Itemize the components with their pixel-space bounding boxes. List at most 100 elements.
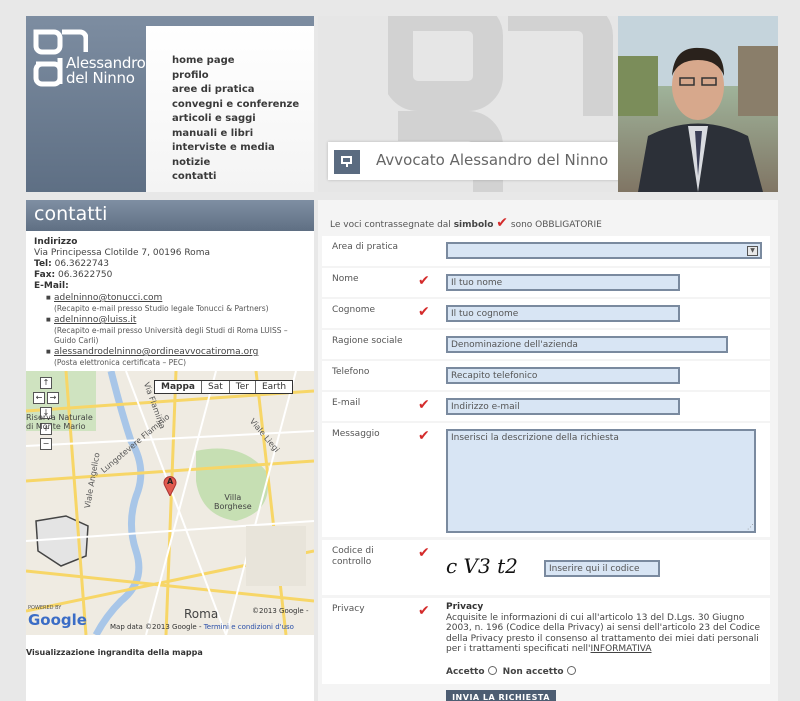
map-type-mappa[interactable]: Mappa — [155, 381, 202, 393]
logo-panel: Alessandro del Ninno home page profilo a… — [26, 16, 314, 192]
map-type-switcher: Mappa Sat Ter Earth — [154, 380, 294, 394]
row-codice: Codice di controllo ✔ c V3 t2 Inserire q… — [322, 540, 770, 595]
email-note: (Recapito e-mail presso Studio legale To… — [54, 304, 269, 313]
pan-left-icon[interactable]: ← — [33, 392, 45, 404]
area-label: Area di pratica — [332, 242, 399, 252]
map-copyright: ©2013 Google - — [252, 607, 309, 615]
required-check-icon: ✔ — [418, 603, 430, 619]
email-link-luiss[interactable]: adelninno@luiss.it — [54, 315, 136, 325]
informativa-link[interactable]: INFORMATIVA — [591, 644, 652, 654]
nav-panel: home page profilo aree di pratica conveg… — [146, 26, 314, 192]
email-input[interactable]: Indirizzo e-mail — [446, 398, 680, 415]
nome-label: Nome — [332, 274, 359, 284]
email-label: E-Mail: — [34, 281, 69, 291]
row-cognome: Cognome ✔ Il tuo cognome — [322, 299, 770, 328]
reject-radio[interactable] — [566, 666, 576, 675]
fax-label: Fax: — [34, 270, 56, 280]
nav-home[interactable]: home page — [172, 54, 299, 69]
area-select[interactable]: ▼ — [446, 242, 762, 259]
nome-input[interactable]: Il tuo nome — [446, 274, 680, 291]
privacy-title: Privacy — [446, 602, 484, 612]
required-check-icon: ✔ — [418, 273, 430, 289]
resize-handle-icon[interactable]: ⋰ — [747, 523, 754, 531]
codice-label: Codice di controllo — [332, 546, 374, 567]
row-email: E-mail ✔ Indirizzo e-mail — [322, 392, 770, 421]
hero: Avvocato Alessandro del Ninno — [318, 16, 778, 192]
required-check-icon: ✔ — [418, 304, 430, 320]
submit-button[interactable]: INVIA LA RICHIESTA — [446, 690, 556, 701]
email-note: (Posta elettronica certificata – PEC) — [54, 358, 187, 367]
google-logo[interactable]: Google — [28, 611, 87, 629]
required-note-pre: Le voci contrassegnate dal — [330, 220, 451, 230]
tel-label: Tel: — [34, 259, 52, 269]
required-note-bold: simbolo — [453, 220, 494, 230]
map-marker-label: A — [167, 477, 174, 486]
ragione-input[interactable]: Denominazione dell'azienda — [446, 336, 728, 353]
map-label-villa: Villa — [224, 493, 242, 502]
nav-articoli[interactable]: articoli e saggi — [172, 112, 299, 127]
nav-aree-di-pratica[interactable]: aree di pratica — [172, 83, 299, 98]
address-text: Via Principessa Clotilde 7, 00196 Roma — [34, 248, 210, 258]
portrait-photo — [618, 16, 778, 192]
zoom-out-icon[interactable]: − — [40, 438, 52, 450]
contatti-heading: contatti — [26, 200, 314, 231]
required-check-icon: ✔ — [418, 428, 430, 444]
email-note: (Recapito e-mail presso Università degli… — [54, 326, 288, 345]
map-type-ter[interactable]: Ter — [230, 381, 256, 393]
map-label-roma: Roma — [184, 607, 219, 621]
chevron-down-icon[interactable]: ▼ — [747, 246, 758, 256]
cognome-input[interactable]: Il tuo cognome — [446, 305, 680, 322]
messaggio-label: Messaggio — [332, 429, 380, 439]
pan-right-icon[interactable]: → — [47, 392, 59, 404]
nav-manuali[interactable]: manuali e libri — [172, 127, 299, 142]
messaggio-textarea[interactable]: Inserisci la descrizione della richiesta — [446, 429, 756, 533]
nav-contatti[interactable]: contatti — [172, 170, 299, 185]
map-data-credit: Map data ©2013 Google - Termini e condiz… — [110, 623, 294, 631]
email-list: adelninno@tonucci.com (Recapito e-mail p… — [46, 293, 306, 368]
telefono-input[interactable]: Recapito telefonico — [446, 367, 680, 384]
map-label-riserva: Riserva Naturale di Monte Mario — [26, 413, 93, 431]
map-type-sat[interactable]: Sat — [202, 381, 230, 393]
list-item: adelninno@luiss.it (Recapito e-mail pres… — [46, 315, 306, 346]
privacy-choice: Accetto Non accetto — [446, 666, 579, 677]
row-nome: Nome ✔ Il tuo nome — [322, 268, 770, 297]
pan-up-icon[interactable]: ↑ — [40, 377, 52, 389]
row-messaggio: Messaggio ✔ Inserisci la descrizione del… — [322, 423, 770, 537]
google-map[interactable]: Mappa Sat Ter Earth ↑ ← → ↓ + − Riserva … — [26, 371, 314, 635]
map-label-monte-mario: di Monte Mario — [26, 422, 86, 431]
accept-radio[interactable] — [487, 666, 497, 675]
email-label: E-mail — [332, 398, 361, 408]
address-label: Indirizzo — [34, 237, 78, 247]
accept-label: Accetto — [446, 667, 485, 677]
required-check-icon: ✔ — [418, 397, 430, 413]
map-marker-icon[interactable]: A — [163, 476, 177, 498]
nav-convegni[interactable]: convegni e conferenze — [172, 98, 299, 113]
enlarge-map-link[interactable]: Visualizzazione ingrandita della mappa — [26, 648, 203, 657]
map-label-borghese: Borghese — [214, 502, 252, 511]
nav-interviste[interactable]: interviste e media — [172, 141, 299, 156]
map-label-villa-borghese: Villa Borghese — [214, 493, 252, 511]
codice-input[interactable]: Inserire qui il codice — [544, 560, 660, 577]
contact-form: Le voci contrassegnate dal simbolo ✔ son… — [318, 200, 778, 701]
privacy-text: Privacy Acquisite le informazioni di cui… — [446, 602, 766, 655]
map-label-riserva-text: Riserva Naturale — [26, 413, 93, 422]
page: Alessandro del Ninno home page profilo a… — [26, 16, 778, 701]
telefono-label: Telefono — [332, 367, 370, 377]
logo-line2: del Ninno — [66, 69, 135, 87]
list-item: adelninno@tonucci.com (Recapito e-mail p… — [46, 293, 306, 314]
required-check-icon: ✔ — [418, 545, 430, 561]
required-note: Le voci contrassegnate dal simbolo ✔ son… — [330, 216, 602, 230]
map-terms-link[interactable]: Termini e condizioni d'uso — [204, 623, 294, 631]
email-link-pec[interactable]: alessandrodelninno@ordineavvocatiroma.or… — [54, 347, 258, 357]
row-area: Area di pratica ▼ — [322, 236, 770, 266]
captcha-image: c V3 t2 — [446, 554, 518, 578]
email-link-tonucci[interactable]: adelninno@tonucci.com — [54, 293, 162, 303]
reject-label: Non accetto — [502, 667, 564, 677]
nav-profilo[interactable]: profilo — [172, 69, 299, 84]
nav-notizie[interactable]: notizie — [172, 156, 299, 171]
map-data-text: Map data ©2013 Google - — [110, 623, 202, 631]
map-type-earth[interactable]: Earth — [256, 381, 292, 393]
tel-value: 06.3622743 — [54, 259, 110, 269]
required-note-post: sono OBBLIGATORIE — [510, 220, 602, 230]
fax-value: 06.3622750 — [57, 270, 113, 280]
